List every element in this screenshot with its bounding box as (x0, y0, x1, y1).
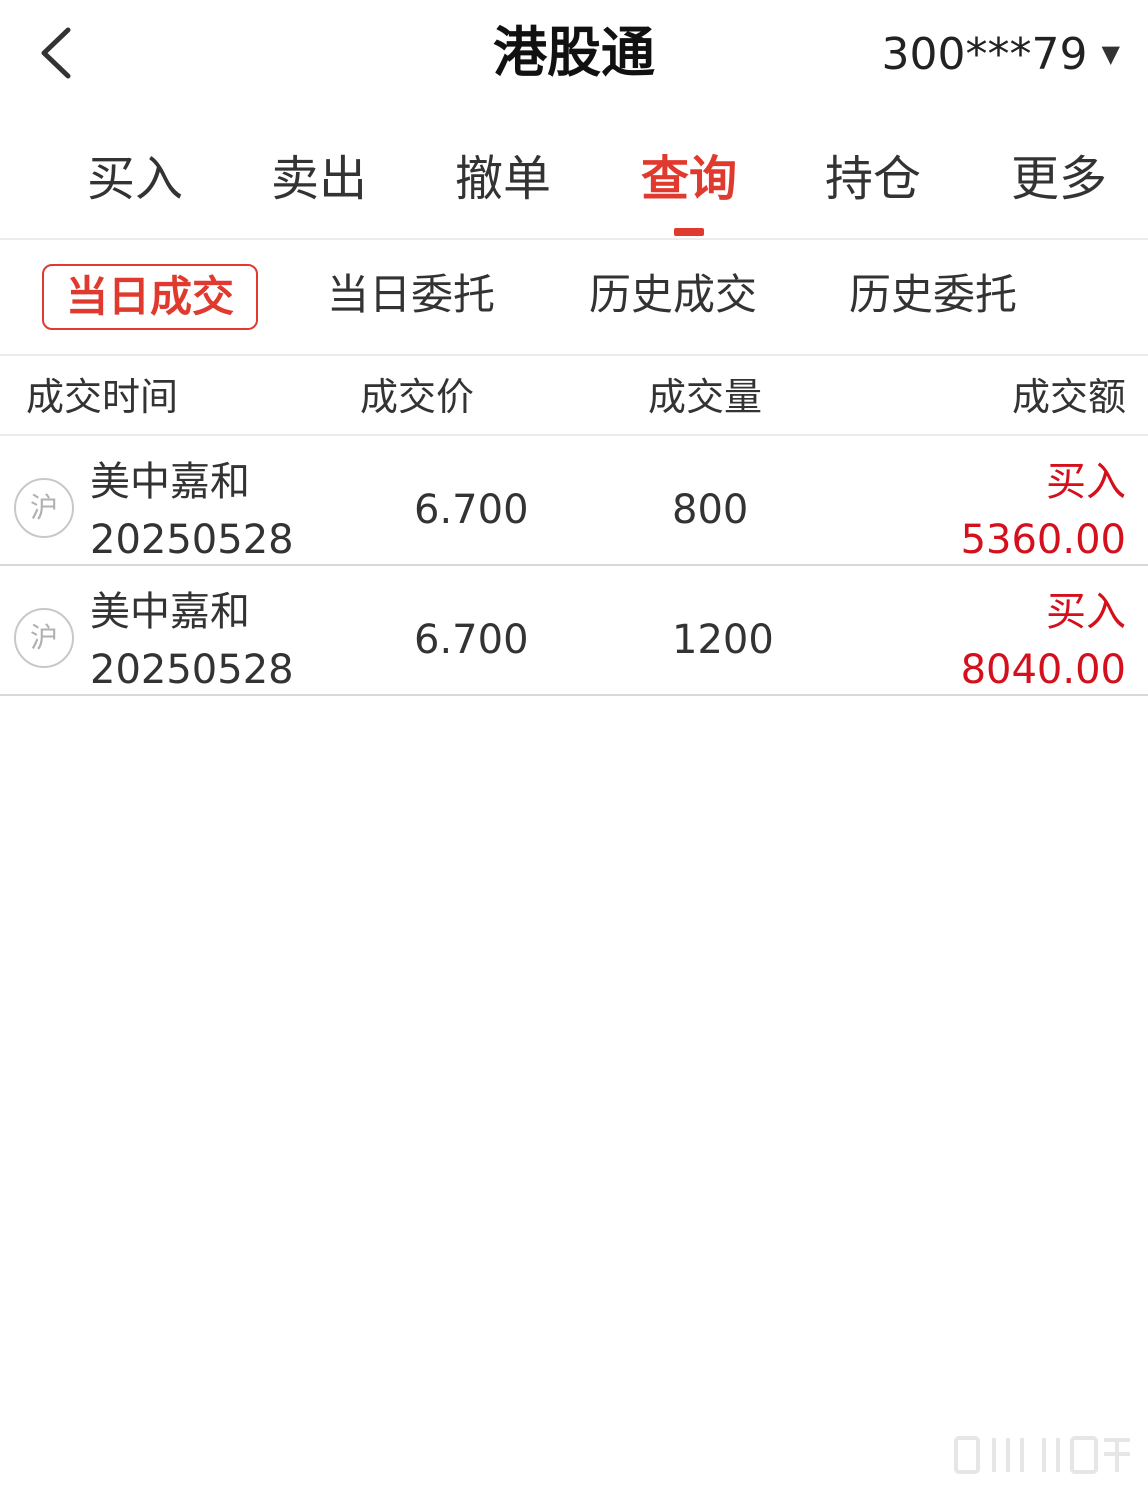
app-header: 港股通 300***79 ▼ (0, 0, 1148, 110)
col-header-amount: 成交额 (1011, 375, 1126, 419)
chevron-left-icon (41, 27, 71, 79)
trade-quantity: 800 (672, 487, 749, 533)
active-tab-indicator (674, 228, 704, 236)
col-header-quantity: 成交量 (648, 375, 763, 419)
tabs-divider (0, 238, 1148, 240)
watermark-logo-icon (954, 1436, 1130, 1474)
trade-price: 6.700 (414, 487, 529, 533)
account-number: 300***79 (881, 28, 1088, 80)
trade-price: 6.700 (414, 617, 529, 663)
subtabs-divider (0, 354, 1148, 356)
trade-amount: 5360.00 (960, 517, 1126, 563)
col-header-price: 成交价 (360, 375, 475, 419)
subtab-today-trades[interactable]: 当日成交 (42, 264, 258, 330)
tab-sell[interactable]: 卖出 (254, 144, 384, 214)
subtab-history-trades[interactable]: 历史成交 (568, 264, 778, 330)
trade-date: 20250528 (90, 647, 294, 693)
tab-positions[interactable]: 持仓 (808, 144, 938, 214)
back-button[interactable] (28, 18, 88, 88)
main-tab-bar: 买入 卖出 撤单 查询 持仓 更多 (0, 130, 1148, 238)
trade-date: 20250528 (90, 517, 294, 563)
trade-amount: 8040.00 (960, 647, 1126, 693)
subtab-today-orders[interactable]: 当日委托 (306, 264, 516, 330)
tab-cancel-order[interactable]: 撤单 (438, 144, 568, 214)
table-row[interactable]: 沪 美中嘉和 20250528 6.700 1200 买入 8040.00 (0, 566, 1148, 696)
trade-side: 买入 (1046, 589, 1126, 635)
market-badge-icon: 沪 (14, 478, 74, 538)
stock-name: 美中嘉和 (90, 589, 250, 635)
tab-query[interactable]: 查询 (624, 144, 754, 214)
trade-quantity: 1200 (672, 617, 774, 663)
stock-name: 美中嘉和 (90, 459, 250, 505)
tab-buy[interactable]: 买入 (70, 144, 200, 214)
market-badge-icon: 沪 (14, 608, 74, 668)
col-header-time: 成交时间 (26, 375, 179, 419)
row-divider (0, 694, 1148, 696)
table-row[interactable]: 沪 美中嘉和 20250528 6.700 800 买入 5360.00 (0, 436, 1148, 566)
tab-more[interactable]: 更多 (994, 144, 1124, 214)
trade-side: 买入 (1046, 459, 1126, 505)
subtab-history-orders[interactable]: 历史委托 (828, 264, 1038, 330)
account-selector[interactable]: 300***79 ▼ (882, 22, 1120, 86)
caret-down-icon: ▼ (1101, 40, 1120, 68)
